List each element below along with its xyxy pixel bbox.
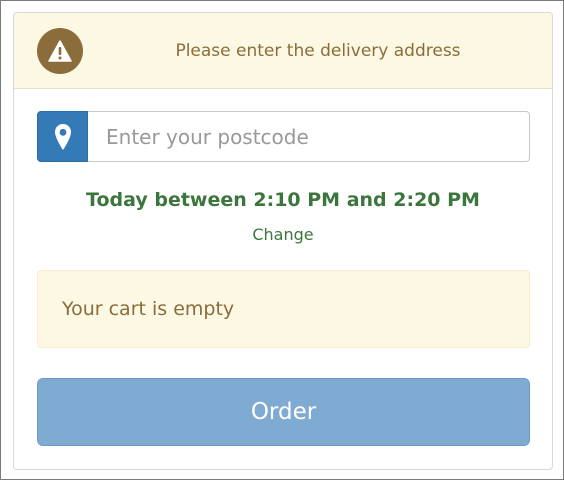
window-frame: Please enter the delivery address Today … (0, 0, 564, 480)
warning-icon (37, 28, 83, 74)
map-marker-icon (37, 111, 88, 162)
warning-triangle-glyph (48, 40, 72, 62)
delivery-time-text: Today between 2:10 PM and 2:20 PM (86, 189, 480, 211)
map-marker-glyph (54, 123, 71, 150)
change-delivery-time-link[interactable]: Change (14, 225, 552, 244)
postcode-input-group (37, 111, 530, 162)
cart-empty-text: Your cart is empty (62, 298, 235, 320)
postcode-input[interactable] (88, 111, 530, 162)
cart-status-box: Your cart is empty (37, 270, 530, 348)
address-warning-text: Please enter the delivery address (175, 41, 461, 61)
address-warning-banner: Please enter the delivery address (14, 13, 552, 89)
delivery-panel: Please enter the delivery address Today … (13, 12, 553, 470)
order-button[interactable]: Order (37, 378, 530, 446)
